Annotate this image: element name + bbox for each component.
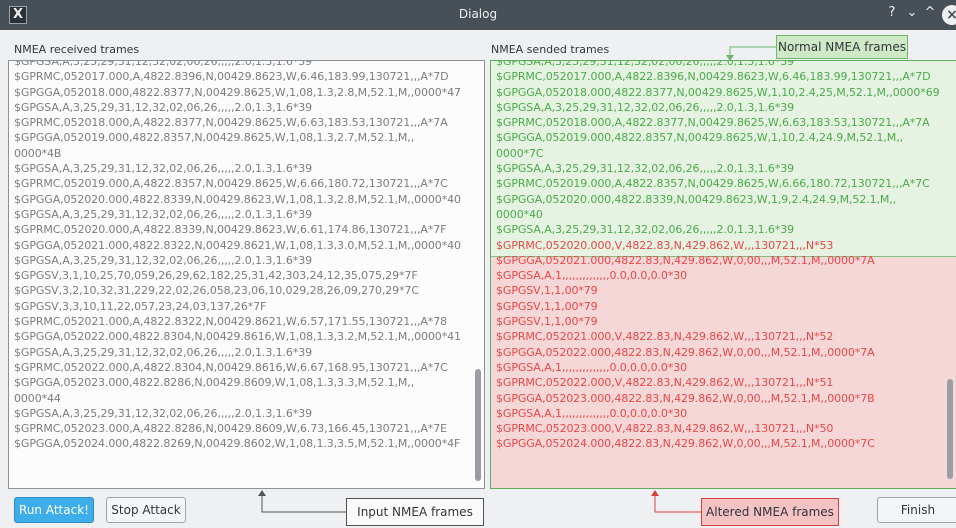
altered-frames-callout: Altered NMEA frames [701,498,839,526]
run-attack-button[interactable]: Run Attack! [14,497,94,523]
finish-button[interactable]: Finish [877,497,956,523]
stop-attack-button[interactable]: Stop Attack [106,497,186,523]
normal-frames-callout: Normal NMEA frames [776,35,908,59]
input-arrow-line [261,494,346,513]
altered-arrowhead [651,490,659,496]
annotation-arrows [258,46,776,513]
input-frames-callout: Input NMEA frames [346,498,484,526]
normal-arrowhead [726,55,734,61]
input-arrowhead [258,490,266,496]
altered-arrow-line [654,494,701,513]
normal-arrow-line [729,46,776,57]
